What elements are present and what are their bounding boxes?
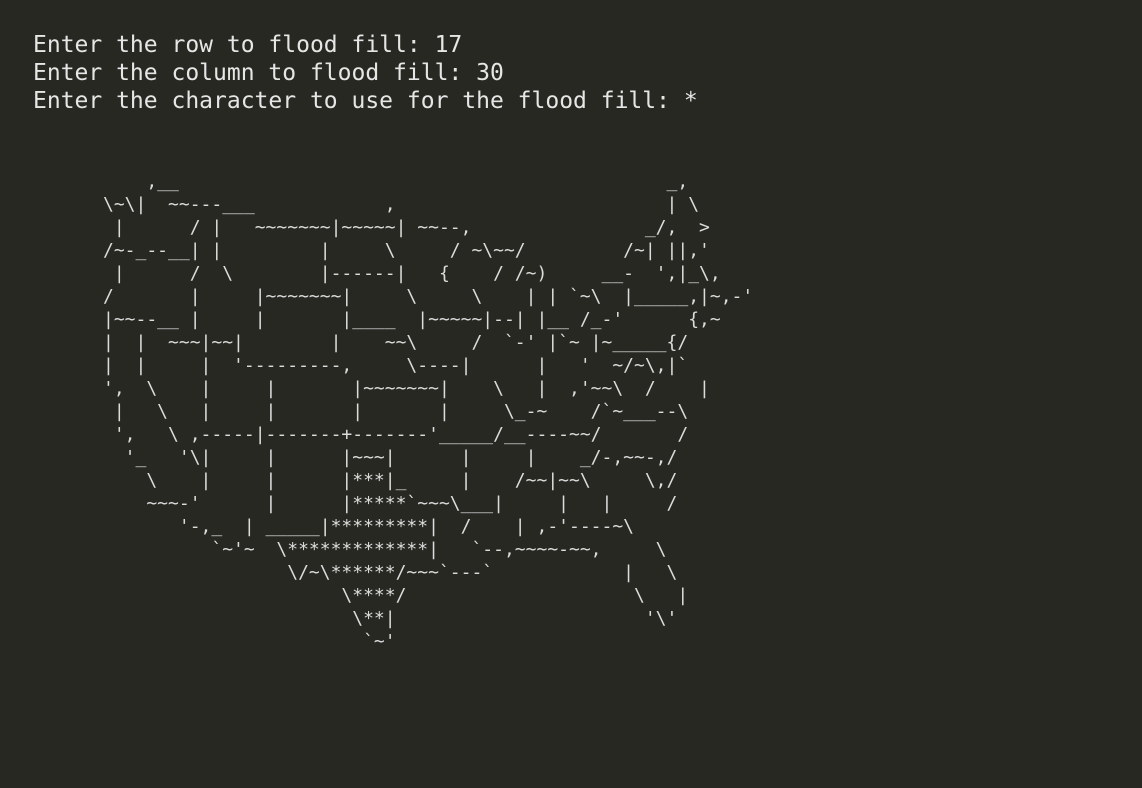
map-line: '-,_ | _____|*********| / | ,-'----~\ xyxy=(103,516,635,537)
map-line: ~~~-' | |*****`~~~\___| | | / xyxy=(103,493,678,514)
terminal-window[interactable]: Enter the row to flood fill: 17 Enter the… xyxy=(0,0,1142,788)
map-line: ', \ | | |~~~~~~~| \ | ,'~~\ / | xyxy=(103,378,710,399)
map-line: | \ | | | | \_-~ /`~___--\ xyxy=(103,401,689,422)
map-line: |~~--__ | | |____ |~~~~~|--| |__ /_-' {,… xyxy=(103,309,721,330)
map-line: | / \ |------| { / /~) __- ',|_\, xyxy=(103,263,721,284)
map-line: ,__ _, xyxy=(103,171,689,192)
map-line: \~\| ~~---___ , | \ xyxy=(103,194,700,215)
map-line: `~' xyxy=(103,631,396,652)
map-line: `~'~ \*************| `--,~~~~-~~, \ xyxy=(103,539,667,560)
row-prompt: Enter the row to flood fill: 17 xyxy=(33,32,463,58)
map-line: /~-_--__| | | \ / ~\~~/ /~| ||,' xyxy=(103,240,710,261)
map-line: | | | '---------, \----| | ' ~/~\,|` xyxy=(103,355,689,376)
map-line: \**| '\' xyxy=(103,608,678,629)
map-line: \ | | |***|_ | /~~|~~\ \,/ xyxy=(103,470,678,491)
map-line: / | |~~~~~~~| \ \ | | `~\ |_____,|~,-' xyxy=(103,286,754,307)
ascii-usa-map: ,__ _, \~\| ~~---___ , | \ | / | ~~~~~~~|… xyxy=(103,170,753,653)
map-line: \****/ \ | xyxy=(103,585,689,606)
map-line: | | ~~~|~~| | ~~\ / `-' |`~ |~_____{/ xyxy=(103,332,689,353)
map-line: | / | ~~~~~~~|~~~~~| ~~--, _/, > xyxy=(103,217,710,238)
map-line: \/~\******/~~~`---` | \ xyxy=(103,562,678,583)
map-line: ', \ ,-----|-------+-------'_____/__----… xyxy=(103,424,689,445)
prompt-output: Enter the row to flood fill: 17 Enter the… xyxy=(33,31,698,115)
map-line: '_ '\| | |~~~| | | _/-,~~-,/ xyxy=(103,447,678,468)
character-prompt: Enter the character to use for the flood… xyxy=(33,88,698,114)
column-prompt: Enter the column to flood fill: 30 xyxy=(33,60,504,86)
